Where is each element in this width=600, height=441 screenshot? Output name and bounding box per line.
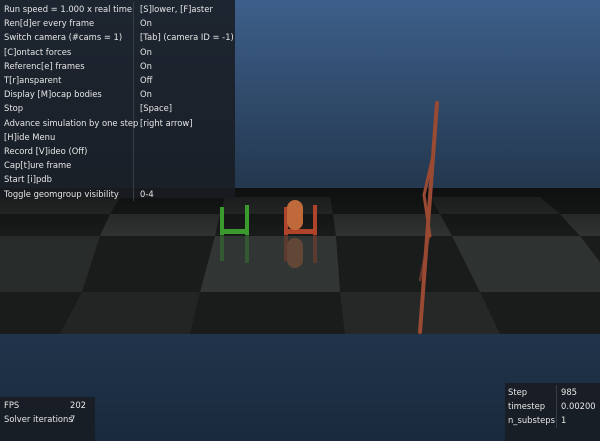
help-menu-row-label: Display [M]ocap bodies [0, 87, 134, 102]
help-menu-row-value [134, 158, 140, 172]
help-menu-row-value: [S]lower, [F]aster [140, 4, 213, 14]
stats-row: n_substeps 1 [505, 413, 600, 428]
help-menu-panel: Run speed = 1.000 x real time [S]lower, [… [0, 0, 235, 201]
help-menu-row: Switch camera (#cams = 1) [Tab] (camera I… [0, 30, 235, 45]
help-menu-row-value: 0-4 [140, 188, 154, 199]
help-menu-row-value [134, 144, 140, 158]
fps-row-label: FPS [4, 400, 20, 410]
help-menu-row: Stop [Space] [0, 101, 235, 116]
help-menu-row-label: Stop [0, 101, 134, 116]
help-menu-row-label: Cap[t]ure frame [0, 158, 134, 173]
help-menu-row-label: Advance simulation by one step [0, 115, 138, 130]
help-menu-row: [C]ontact forces On [0, 44, 235, 59]
stats-row-value: 985 [561, 387, 577, 397]
fps-row-value: 202 [70, 400, 86, 410]
help-menu-row-label: Toggle geomgroup visibility [0, 186, 134, 201]
help-menu-row: [H]ide Menu [0, 129, 235, 145]
help-menu-row-label: Referenc[e] frames [0, 58, 134, 74]
help-menu-row-label: T[r]ansparent [0, 73, 134, 88]
help-menu-row-value: On [140, 18, 152, 29]
help-menu-row: Referenc[e] frames On [0, 58, 235, 74]
fps-panel: FPS 202 Solver iterations 7 [0, 397, 95, 441]
help-menu-row: Start [i]pdb [0, 172, 235, 187]
help-menu-row-value: On [140, 89, 152, 100]
fps-row: Solver iterations 7 [0, 412, 95, 426]
stats-row-value: 1 [561, 415, 567, 426]
stats-row-label: timestep [505, 399, 557, 414]
help-menu-row-label: Start [i]pdb [0, 172, 134, 187]
help-menu-row: Ren[d]er every frame On [0, 16, 235, 31]
help-menu-row: Advance simulation by one step [right arr… [0, 115, 235, 130]
help-menu-row: Record [V]ideo (Off) [0, 144, 235, 159]
help-menu-row: Cap[t]ure frame [0, 158, 235, 173]
help-menu-row-value: [right arrow] [140, 117, 193, 128]
stats-row: Step 985 [505, 385, 600, 400]
help-menu-row-value [134, 172, 140, 186]
help-menu-row-label: [H]ide Menu [0, 129, 134, 145]
help-menu-row-value: On [140, 60, 152, 71]
help-menu-row: Run speed = 1.000 x real time [S]lower, [… [0, 2, 235, 17]
help-menu-row-label: [C]ontact forces [0, 44, 134, 59]
stats-row: timestep 0.00200 [505, 399, 600, 414]
fps-row-value: 7 [70, 414, 76, 425]
help-menu-row: T[r]ansparent Off [0, 73, 235, 88]
help-menu-row-value [134, 130, 140, 144]
help-menu-row-label: Record [V]ideo (Off) [0, 144, 134, 159]
stats-row-label: Step [505, 385, 557, 400]
help-menu-row-value: Off [140, 75, 153, 86]
help-menu-row-value: On [140, 46, 152, 57]
help-menu-row-label: Run speed = 1.000 x real time [0, 2, 134, 17]
fps-row-label: Solver iterations [4, 414, 73, 425]
stats-row-label: n_substeps [505, 413, 557, 428]
help-menu-row: Display [M]ocap bodies On [0, 87, 235, 102]
stats-row-value: 0.00200 [561, 401, 596, 412]
help-menu-row-label: Ren[d]er every frame [0, 16, 134, 31]
help-menu-row-label: Switch camera (#cams = 1) [0, 30, 134, 45]
help-menu-row: Toggle geomgroup visibility 0-4 [0, 186, 235, 201]
help-menu-row-value: [Tab] (camera ID = -1) [140, 32, 234, 43]
help-menu-row-value: [Space] [140, 103, 173, 114]
fps-row: FPS 202 [0, 398, 95, 412]
stats-panel: Step 985 timestep 0.00200 n_substeps 1 [505, 383, 600, 441]
